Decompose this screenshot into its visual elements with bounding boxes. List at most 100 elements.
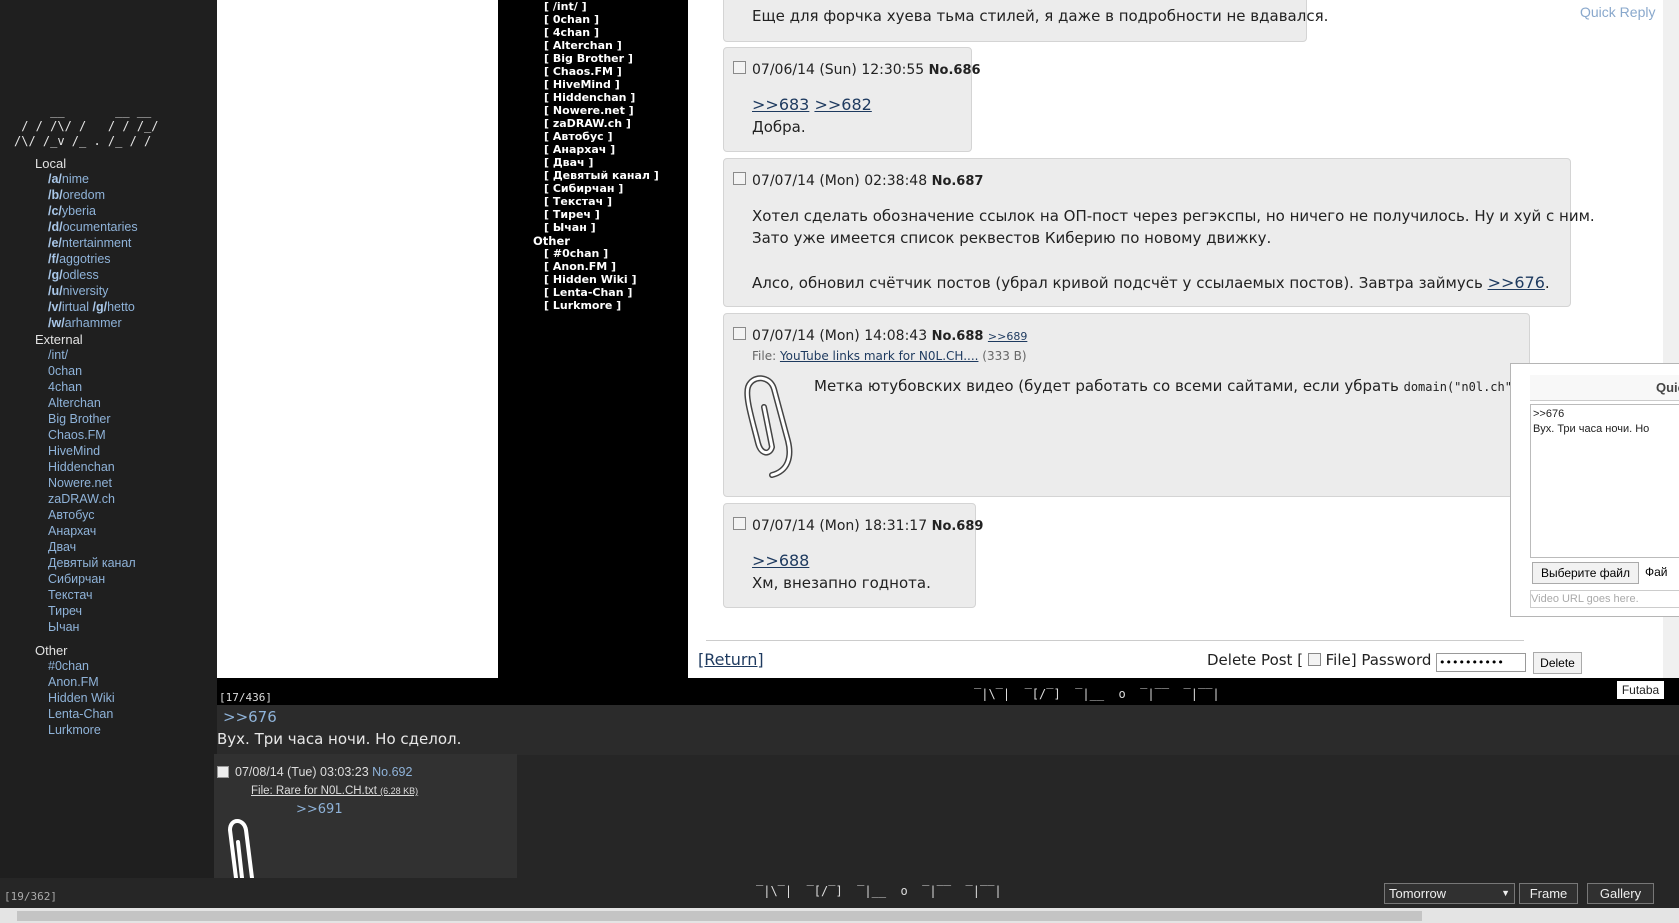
menu-item-external[interactable]: [ Alterchan ]	[544, 39, 622, 52]
reply-link[interactable]: >>682	[814, 95, 871, 114]
menu-item-external[interactable]: [ Девятый канал ]	[544, 169, 659, 182]
menu-item-external[interactable]: [ Chaos.FM ]	[544, 65, 622, 78]
post-checkbox[interactable]	[733, 517, 746, 530]
sidebar-item-local[interactable]: /c/yberia	[48, 204, 96, 218]
sidebar-item-external[interactable]: /int/	[48, 348, 68, 362]
sidebar-item-external[interactable]: zaDRAW.ch	[48, 492, 115, 506]
style-select[interactable]: Futaba	[1617, 681, 1664, 699]
sidebar-item-local[interactable]: /b/oredom	[48, 188, 105, 202]
sidebar-item-external[interactable]: Автобус	[48, 508, 94, 522]
sidebar-item-external[interactable]: Текстач	[48, 588, 93, 602]
post-checkbox[interactable]	[733, 327, 746, 340]
scrollbar-thumb[interactable]	[17, 911, 1422, 921]
sidebar-item-external[interactable]: Ычан	[48, 620, 79, 634]
delete-post-label: Delete Post [	[1207, 651, 1304, 669]
sidebar-item-local[interactable]: /e/ntertainment	[48, 236, 131, 250]
sidebar-item-local[interactable]: /v/irtual /g/hetto	[48, 300, 135, 314]
sidebar-item-local[interactable]: /f/aggotries	[48, 252, 111, 266]
file-only-label: File] Password	[1325, 651, 1432, 669]
file-link[interactable]: YouTube links mark for N0L.CH....	[780, 349, 979, 363]
reply-link[interactable]: >>688	[752, 551, 809, 570]
backlink[interactable]: >>689	[988, 330, 1027, 343]
post-number[interactable]: No.689	[932, 519, 984, 534]
menu-item-external[interactable]: [ Тиреч ]	[544, 208, 600, 221]
reply-link[interactable]: >>676	[223, 708, 277, 726]
post-number[interactable]: No.687	[932, 174, 984, 189]
reply-link[interactable]: >>676	[1488, 273, 1545, 292]
menu-item-external[interactable]: [ Nowere.net ]	[544, 104, 634, 117]
post-checkbox[interactable]	[217, 766, 229, 778]
quick-reply-titlebar[interactable]: Quic	[1530, 375, 1679, 401]
sidebar-item-local[interactable]: /w/arhammer	[48, 316, 122, 330]
menu-item-external[interactable]: [ Текстач ]	[544, 195, 612, 208]
quick-reply-title: Quic	[1656, 380, 1679, 395]
file-label: File:	[251, 785, 276, 797]
post-checkbox[interactable]	[733, 61, 746, 74]
password-input[interactable]: ••••••••••	[1436, 653, 1526, 672]
tomorrow-select[interactable]: Tomorrow ▼	[1384, 883, 1515, 904]
post-number[interactable]: No.688	[932, 329, 984, 344]
paperclip-icon[interactable]	[736, 371, 798, 483]
sidebar-item-external[interactable]: Nowere.net	[48, 476, 112, 490]
return-link[interactable]: [Return]	[698, 650, 764, 669]
paperclip-icon[interactable]	[222, 812, 272, 878]
reply-link[interactable]: >>691	[296, 802, 343, 817]
file-only-checkbox[interactable]	[1307, 653, 1321, 666]
quick-reply-textarea[interactable]: >>676 Вух. Три часа ночи. Но	[1530, 404, 1679, 558]
post-text: Добра.	[752, 118, 806, 136]
menu-item-other[interactable]: [ Anon.FM ]	[544, 260, 616, 273]
sidebar-item-other[interactable]: Hidden Wiki	[48, 691, 115, 705]
sidebar-item-external[interactable]: Big Brother	[48, 412, 111, 426]
sidebar-item-external[interactable]: Alterchan	[48, 396, 101, 410]
gallery-button[interactable]: Gallery	[1587, 883, 1654, 904]
post-checkbox[interactable]	[733, 172, 746, 185]
video-url-input[interactable]: Video URL goes here.	[1530, 590, 1679, 608]
horizontal-scrollbar[interactable]	[0, 908, 1679, 923]
menu-item-external[interactable]: [ Big Brother ]	[544, 52, 633, 65]
quick-reply-link[interactable]: Quick Reply	[1580, 4, 1655, 20]
sidebar-item-external[interactable]: 4chan	[48, 380, 82, 394]
sidebar-item-other[interactable]: Lenta-Chan	[48, 707, 113, 721]
menu-item-external[interactable]: [ Автобус ]	[544, 130, 613, 143]
sidebar-item-local[interactable]: /u/niversity	[48, 284, 108, 298]
menu-item-other[interactable]: [ #0chan ]	[544, 247, 608, 260]
menu-item-external[interactable]: [ Ычан ]	[544, 221, 596, 234]
frame-button[interactable]: Frame	[1519, 883, 1578, 904]
sidebar-item-external[interactable]: Hiddenchan	[48, 460, 115, 474]
sidebar-item-external[interactable]: Сибирчан	[48, 572, 105, 586]
post-number[interactable]: No.686	[929, 63, 981, 78]
sidebar-item-local[interactable]: /d/ocumentaries	[48, 220, 138, 234]
menu-item-other[interactable]: [ Lurkmore ]	[544, 299, 621, 312]
sidebar-item-external[interactable]: Chaos.FM	[48, 428, 106, 442]
menu-item-external[interactable]: [ /int/ ]	[544, 0, 587, 13]
sidebar-item-local[interactable]: /a/nime	[48, 172, 89, 186]
reply-link[interactable]: >>683	[752, 95, 809, 114]
menu-item-external[interactable]: [ Двач ]	[544, 156, 593, 169]
file-info: File: YouTube links mark for N0L.CH.... …	[752, 349, 1027, 363]
post-date: 07/06/14 (Sun) 12:30:55	[752, 62, 925, 78]
menu-item-external[interactable]: [ Hiddenchan ]	[544, 91, 635, 104]
sidebar-item-other[interactable]: Anon.FM	[48, 675, 99, 689]
sidebar-item-external[interactable]: 0chan	[48, 364, 82, 378]
sidebar-item-external[interactable]: Двач	[48, 540, 76, 554]
menu-item-other[interactable]: [ Lenta-Chan ]	[544, 286, 632, 299]
delete-button[interactable]: Delete	[1533, 652, 1582, 674]
file-link[interactable]: Rare for N0L.CH.txt	[276, 785, 377, 797]
sidebar-item-external[interactable]: Анархач	[48, 524, 96, 538]
sidebar-item-external[interactable]: Тиреч	[48, 604, 82, 618]
sidebar-item-other[interactable]: Lurkmore	[48, 723, 101, 737]
site-logo[interactable]: __ __ __ / / /\/ / / / /_/ /\/ /_v /_ . …	[14, 104, 159, 149]
menu-item-external[interactable]: [ zaDRAW.ch ]	[544, 117, 631, 130]
sidebar-item-local[interactable]: /g/odless	[48, 268, 99, 282]
menu-item-other[interactable]: [ Hidden Wiki ]	[544, 273, 637, 286]
sidebar-item-external[interactable]: Девятый канал	[48, 556, 136, 570]
sidebar-item-external[interactable]: HiveMind	[48, 444, 100, 458]
menu-item-external[interactable]: [ 4chan ]	[544, 26, 599, 39]
menu-item-external[interactable]: [ HiveMind ]	[544, 78, 620, 91]
menu-item-external[interactable]: [ Сибирчан ]	[544, 182, 623, 195]
menu-item-external[interactable]: [ 0chan ]	[544, 13, 599, 26]
menu-item-external[interactable]: [ Анархач ]	[544, 143, 615, 156]
choose-file-button[interactable]: Выберите файл	[1532, 562, 1639, 584]
post-number[interactable]: No.692	[372, 765, 412, 779]
sidebar-item-other[interactable]: #0chan	[48, 659, 89, 673]
